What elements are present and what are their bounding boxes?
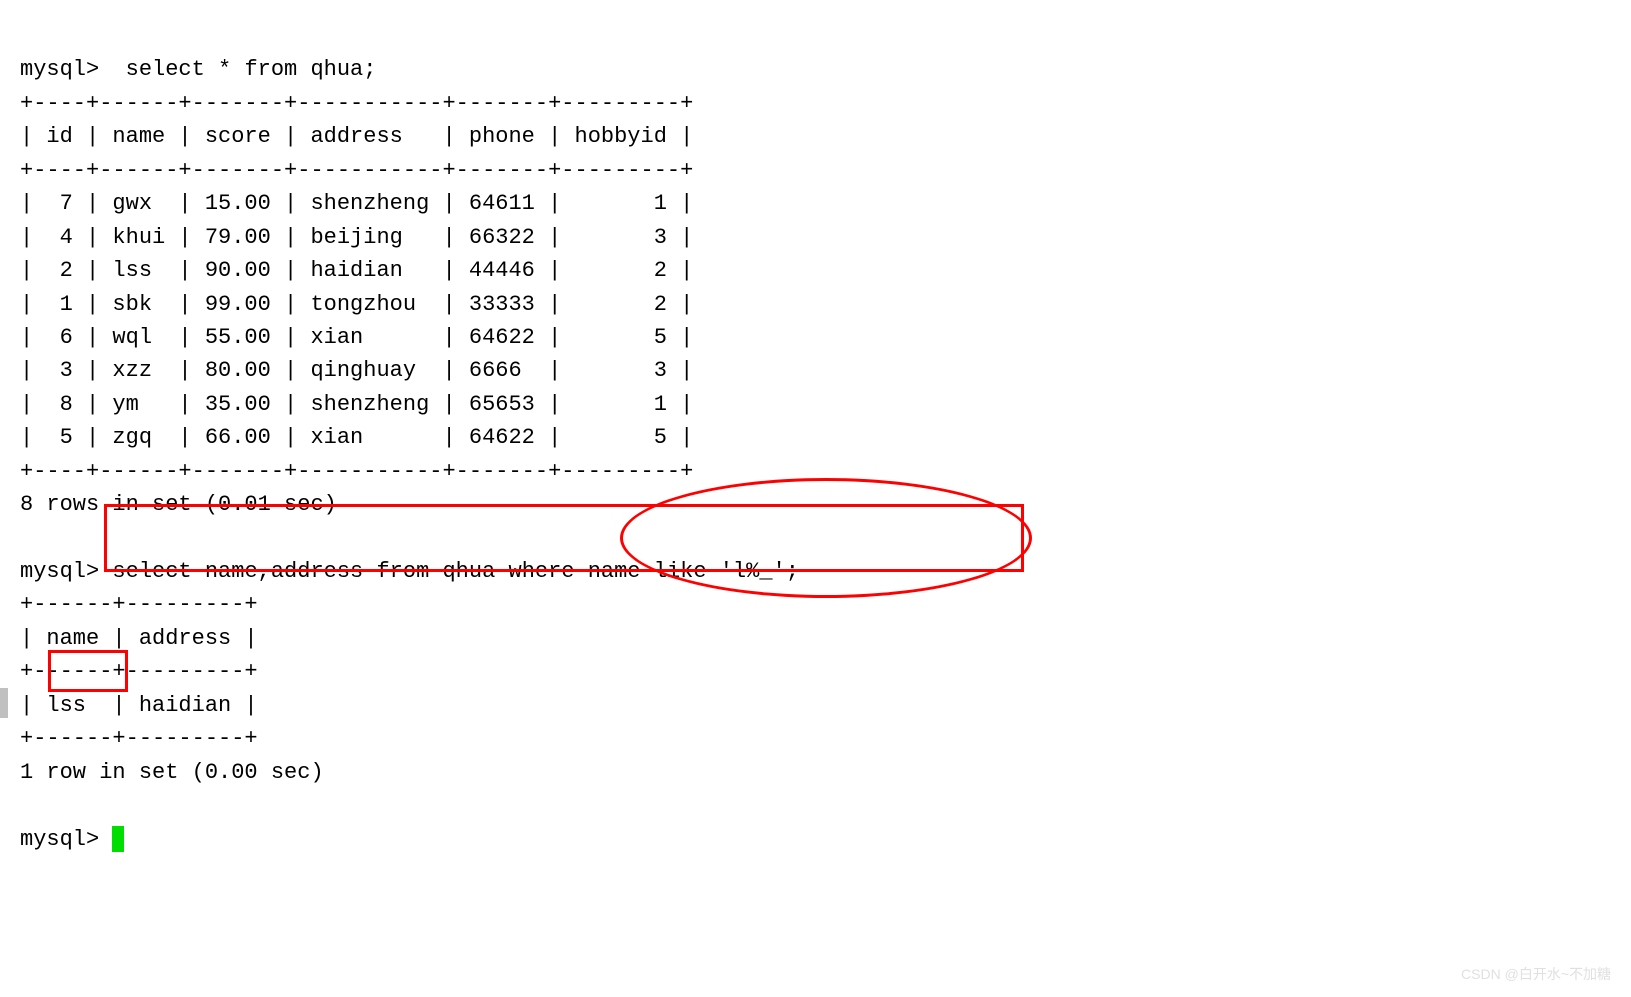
table2-border-mid: +------+---------+ bbox=[20, 659, 258, 684]
table2-header: | name | address | bbox=[20, 626, 258, 651]
table1-header: | id | name | score | address | phone | … bbox=[20, 124, 693, 149]
table1-row-3: | 1 | sbk | 99.00 | tongzhou | 33333 | 2… bbox=[20, 292, 693, 317]
table1-row-2: | 2 | lss | 90.00 | haidian | 44446 | 2 … bbox=[20, 258, 693, 283]
table1-border-bottom: +----+------+-------+-----------+-------… bbox=[20, 459, 693, 484]
table1-row-7: | 5 | zgq | 66.00 | xian | 64622 | 5 | bbox=[20, 425, 693, 450]
table1-border-mid: +----+------+-------+-----------+-------… bbox=[20, 158, 693, 183]
table2-row: | lss | haidian | bbox=[20, 693, 258, 718]
watermark: CSDN @白开水~不加糖 bbox=[1461, 964, 1611, 985]
table2-border-bottom: +------+---------+ bbox=[20, 726, 258, 751]
scroll-indicator bbox=[0, 688, 8, 718]
result-2: 1 row in set (0.00 sec) bbox=[20, 760, 324, 785]
query-2: select name,address from qhua where name… bbox=[112, 559, 799, 584]
mysql-terminal[interactable]: mysql> select * from qhua; +----+------+… bbox=[20, 20, 1631, 856]
prompt-2: mysql> bbox=[20, 559, 112, 584]
query-1: select * from qhua; bbox=[112, 57, 376, 82]
prompt-3: mysql> bbox=[20, 827, 112, 852]
table1-row-5: | 3 | xzz | 80.00 | qinghuay | 6666 | 3 … bbox=[20, 358, 693, 383]
table1-border-top: +----+------+-------+-----------+-------… bbox=[20, 91, 693, 116]
table1-row-4: | 6 | wql | 55.00 | xian | 64622 | 5 | bbox=[20, 325, 693, 350]
table1-row-6: | 8 | ym | 35.00 | shenzheng | 65653 | 1… bbox=[20, 392, 693, 417]
cursor bbox=[112, 826, 124, 852]
table1-row-0: | 7 | gwx | 15.00 | shenzheng | 64611 | … bbox=[20, 191, 693, 216]
prompt-1: mysql> bbox=[20, 57, 112, 82]
table2-border-top: +------+---------+ bbox=[20, 592, 258, 617]
table1-row-1: | 4 | khui | 79.00 | beijing | 66322 | 3… bbox=[20, 225, 693, 250]
result-1: 8 rows in set (0.01 sec) bbox=[20, 492, 337, 517]
